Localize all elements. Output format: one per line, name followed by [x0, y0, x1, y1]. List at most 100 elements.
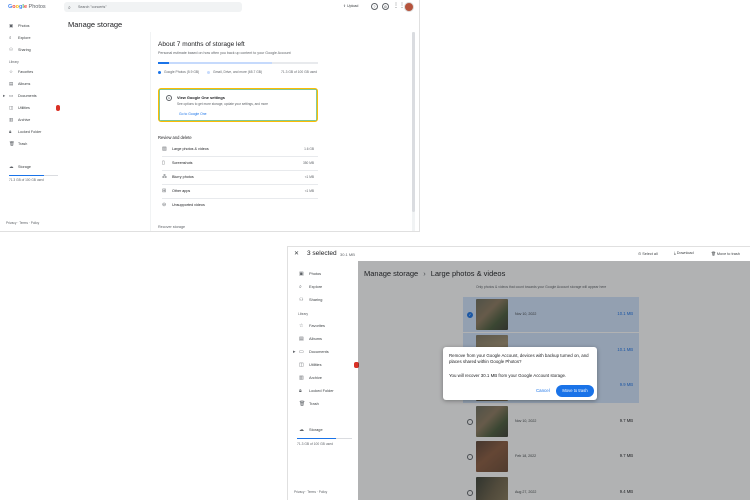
- storage-usage-fill: [297, 438, 337, 440]
- policy-link[interactable]: Policy: [31, 221, 40, 225]
- sidebar-item-label: Sharing: [309, 297, 323, 302]
- apps-grid-icon[interactable]: ⋮⋮: [393, 3, 405, 10]
- sidebar-item-utilities[interactable]: ◫ Utilities: [4, 104, 62, 112]
- promo-title: View Google One settings: [177, 95, 225, 100]
- sidebar-item-albums[interactable]: ▤ Albums: [4, 80, 62, 88]
- apps-icon: ⊞: [162, 188, 167, 194]
- review-row-other-apps[interactable]: ⊞ Other apps <1 MB: [162, 185, 318, 199]
- page-title: Manage storage: [68, 20, 123, 29]
- review-row-label: Other apps: [172, 189, 191, 193]
- star-icon: ☆: [9, 69, 14, 74]
- sidebar-item-photos[interactable]: ▣ Photos: [296, 269, 358, 279]
- sidebar-item-label: Explore: [18, 36, 31, 40]
- expand-icon[interactable]: ▸: [3, 92, 5, 100]
- footer-links: Privacy · Terms · Policy: [6, 221, 40, 225]
- lock-icon: 🔒︎: [299, 388, 302, 394]
- sidebar-item-label: Storage: [18, 165, 31, 169]
- settings-icon[interactable]: ⚙: [382, 3, 389, 10]
- sidebar-item-label: Sharing: [18, 48, 31, 52]
- sidebar-item-label: Locked Folder: [309, 388, 334, 393]
- logo-letter: e: [23, 4, 27, 10]
- sidebar-item-storage[interactable]: ☁ Storage: [4, 163, 62, 171]
- sidebar-item-trash[interactable]: 🗑︎ Trash: [296, 399, 358, 409]
- legend-photos: Google Photos (5.9 GB): [158, 70, 199, 74]
- review-heading: Review and delete: [158, 135, 192, 140]
- album-icon: ▤: [299, 336, 304, 342]
- help-icon[interactable]: ?: [371, 3, 378, 10]
- screenshot-icon: ▯: [162, 160, 165, 166]
- storage-usage-fill: [9, 175, 44, 177]
- review-row-label: Unsupported videos: [172, 203, 205, 207]
- sidebar-item-utilities[interactable]: ◫ Utilities: [296, 360, 359, 370]
- review-row-large-photos[interactable]: ▨ Large photos & videos 1.6 GB: [162, 143, 318, 157]
- quota-photos-fill: [158, 62, 170, 64]
- sidebar-item-archive[interactable]: ▥ Archive: [296, 373, 358, 383]
- move-to-trash-button[interactable]: 🗑︎ Move to trash: [711, 251, 740, 256]
- review-row-blurry[interactable]: ⁂ Blurry photos <1 MB: [162, 171, 318, 185]
- terms-link[interactable]: Terms: [307, 490, 316, 494]
- move-to-trash-confirm-button[interactable]: Move to trash: [556, 385, 594, 397]
- utilities-icon: ◫: [9, 105, 14, 110]
- sidebar-item-label: Photos: [309, 271, 322, 276]
- sidebar-item-trash[interactable]: 🗑︎ Trash: [4, 140, 62, 148]
- close-icon[interactable]: ✕: [294, 250, 299, 257]
- notification-badge: [56, 105, 60, 111]
- sidebar-item-explore[interactable]: ⌕ Explore: [296, 282, 358, 292]
- sidebar-item-storage[interactable]: ☁ Storage: [296, 425, 358, 435]
- footer-links: Privacy · Terms · Policy: [294, 490, 328, 494]
- review-row-label: Blurry photos: [172, 175, 194, 179]
- download-button[interactable]: ⤓ Download: [674, 251, 694, 255]
- review-row-screenshots[interactable]: ▯ Screenshots 350 MB: [162, 157, 318, 171]
- photo-icon: ▨: [162, 146, 167, 152]
- review-row-unsupported[interactable]: ⊖ Unsupported videos: [162, 199, 318, 213]
- google-photos-logo[interactable]: Google Photos: [8, 4, 46, 10]
- terms-link[interactable]: Terms: [19, 221, 28, 225]
- cloud-icon: ☁: [9, 164, 14, 169]
- scrollbar-thumb[interactable]: [412, 32, 415, 212]
- sidebar: ▣ Photos ⌕ Explore ⚇ Sharing Library ☆ Favor…: [288, 265, 359, 500]
- sidebar-item-archive[interactable]: ▥ Archive: [4, 116, 62, 124]
- unsupported-icon: ⊖: [162, 202, 167, 208]
- archive-icon: ▥: [299, 375, 304, 381]
- sidebar-item-favorites[interactable]: ☆ Favorites: [296, 321, 358, 331]
- sharing-icon: ⚇: [9, 47, 14, 52]
- photos-icon: ▣: [9, 23, 14, 28]
- lock-icon: 🔒︎: [9, 129, 12, 134]
- sidebar-item-explore[interactable]: ⌕ Explore: [4, 34, 62, 42]
- storage-usage-text: 71.3 GB of 100 GB used: [297, 442, 333, 446]
- quota-usage-text: 71.3 GB of 100 GB used: [281, 70, 317, 74]
- sidebar-item-documents[interactable]: ▸ ▭ Documents: [3, 92, 62, 100]
- sidebar-item-sharing[interactable]: ⚇ Sharing: [296, 295, 358, 305]
- sharing-icon: ⚇: [299, 297, 304, 303]
- avatar[interactable]: [404, 2, 414, 12]
- photos-icon: ▣: [299, 271, 304, 277]
- sidebar-item-locked-folder[interactable]: 🔒︎ Locked Folder: [296, 386, 358, 396]
- document-icon: ▭: [9, 93, 14, 98]
- selected-size: 30.1 MB: [340, 252, 355, 257]
- sidebar-item-label: Albums: [18, 82, 31, 86]
- go-to-google-one-link[interactable]: Go to Google One: [179, 112, 207, 116]
- sidebar-item-photos[interactable]: ▣ Photos: [4, 22, 62, 30]
- review-row-size: <1 MB: [304, 175, 314, 179]
- review-row-size: <1 MB: [304, 189, 314, 193]
- sidebar-item-locked-folder[interactable]: 🔒︎ Locked Folder: [4, 128, 62, 136]
- sidebar-item-label: Locked Folder: [18, 130, 42, 134]
- sidebar-item-albums[interactable]: ▤ Albums: [296, 334, 358, 344]
- expand-icon[interactable]: ▸: [293, 347, 296, 357]
- legend-photos-label: Google Photos (5.9 GB): [164, 70, 200, 74]
- move-to-trash-label: Move to trash: [716, 252, 740, 256]
- confirm-dialog: Remove from your Google Account, devices…: [443, 347, 597, 400]
- privacy-link[interactable]: Privacy: [294, 490, 304, 494]
- search-input[interactable]: ⌕ Search "concerts": [64, 2, 242, 12]
- privacy-link[interactable]: Privacy: [6, 221, 16, 225]
- sidebar-item-sharing[interactable]: ⚇ Sharing: [4, 46, 62, 54]
- policy-link[interactable]: Policy: [319, 490, 328, 494]
- cancel-button[interactable]: Cancel: [536, 388, 550, 393]
- sidebar-item-favorites[interactable]: ☆ Favorites: [4, 68, 62, 76]
- sidebar-item-documents[interactable]: ▸ ▭ Documents: [293, 347, 358, 357]
- storage-usage-text: 71.3 GB of 100 GB used: [9, 178, 44, 182]
- upload-button[interactable]: ⇪ Upload: [343, 4, 358, 8]
- library-heading: Library: [298, 312, 309, 316]
- quota-other-fill: [169, 62, 273, 64]
- select-all-button[interactable]: ⊙ Select all: [638, 251, 658, 256]
